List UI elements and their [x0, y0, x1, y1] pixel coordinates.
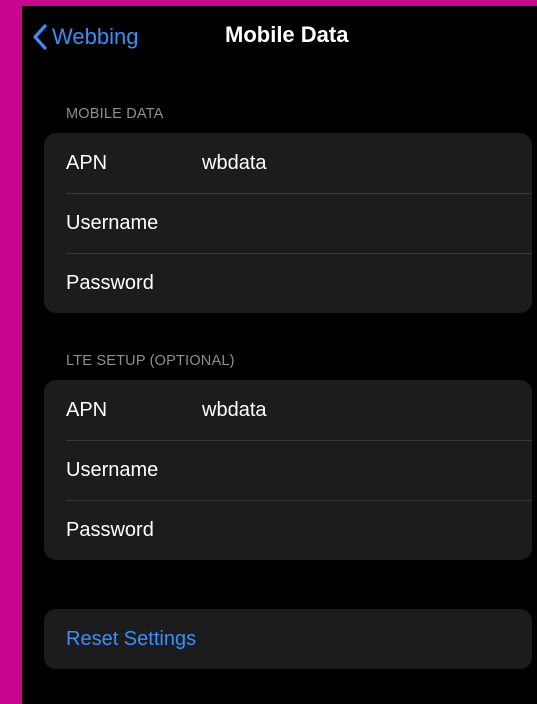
back-button-label: Webbing	[52, 24, 139, 49]
username-field[interactable]	[202, 203, 516, 243]
lte-apn-row[interactable]: APN wbdata	[44, 380, 532, 440]
page-title: Mobile Data	[225, 22, 349, 47]
mobile-data-apn-row[interactable]: APN wbdata	[44, 133, 532, 193]
lte-username-row[interactable]: Username	[44, 440, 532, 500]
apn-label: APN	[66, 398, 108, 421]
username-label: Username	[66, 458, 159, 481]
lte-password-row[interactable]: Password	[44, 500, 532, 560]
back-button[interactable]: Webbing	[32, 20, 138, 54]
reset-settings-label: Reset Settings	[66, 627, 197, 650]
lte-setup-group: APN wbdata Username Password	[44, 380, 532, 560]
lte-setup-section-header: LTE SETUP (OPTIONAL)	[66, 353, 235, 369]
username-field[interactable]	[202, 450, 516, 490]
mobile-data-password-row[interactable]: Password	[44, 253, 532, 313]
password-field[interactable]	[202, 263, 516, 303]
password-label: Password	[66, 518, 154, 541]
mobile-data-section-header: MOBILE DATA	[66, 106, 164, 122]
reset-group: Reset Settings	[44, 609, 532, 669]
username-label: Username	[66, 211, 159, 234]
apn-label: APN	[66, 151, 108, 174]
reset-settings-button[interactable]: Reset Settings	[44, 609, 532, 669]
mobile-data-username-row[interactable]: Username	[44, 193, 532, 253]
password-field[interactable]	[202, 510, 516, 550]
mobile-data-group: APN wbdata Username Password	[44, 133, 532, 313]
settings-screen: Webbing Mobile Data MOBILE DATA APN wbda…	[22, 6, 537, 704]
navigation-bar: Webbing Mobile Data	[22, 6, 537, 66]
apn-field[interactable]: wbdata	[202, 152, 267, 175]
chevron-left-icon	[32, 24, 48, 50]
apn-field[interactable]: wbdata	[202, 399, 267, 422]
password-label: Password	[66, 271, 154, 294]
